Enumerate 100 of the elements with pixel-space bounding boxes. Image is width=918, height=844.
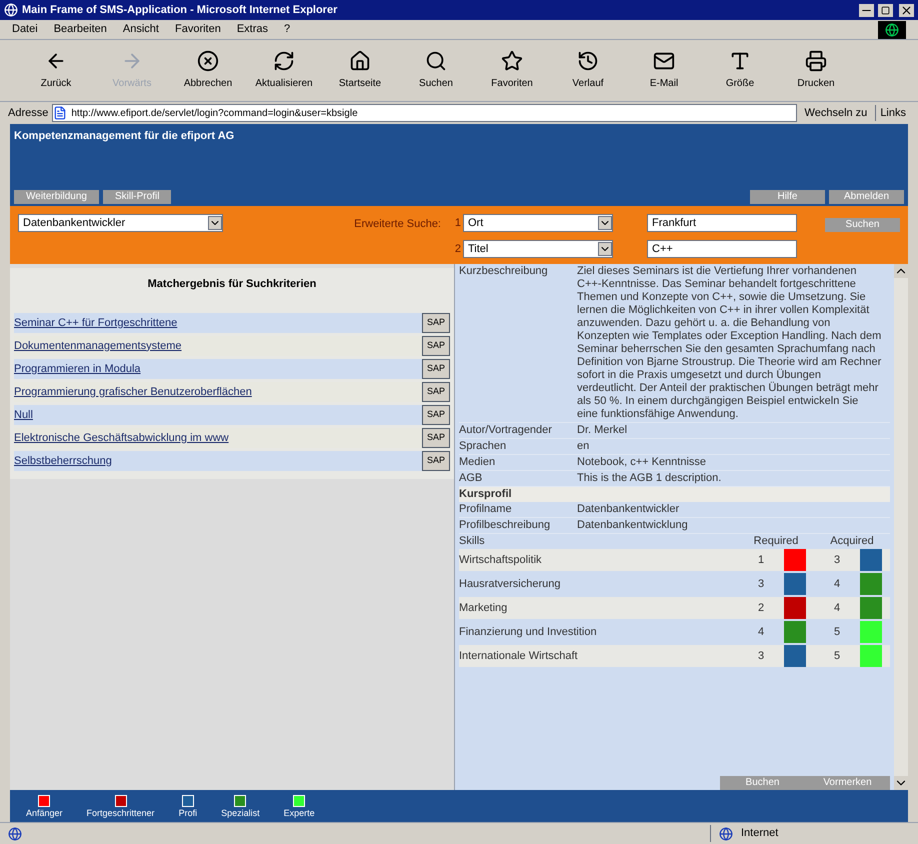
sap-button[interactable]: SAP	[422, 382, 450, 402]
acquired-level: 4	[832, 578, 842, 590]
sap-button[interactable]: SAP	[422, 336, 450, 356]
required-level: 3	[756, 650, 766, 662]
column-header: Required	[752, 535, 800, 548]
course-link[interactable]: Seminar C++ für Fortgeschrittene	[14, 314, 422, 332]
address-label: Adresse	[8, 106, 48, 121]
links-button[interactable]: Links	[875, 104, 910, 122]
field-label: AGB	[459, 472, 484, 485]
toolbar-button[interactable]: Abbrechen	[176, 50, 240, 91]
course-link[interactable]: Selbstbeherrschung	[14, 452, 422, 470]
close-icon[interactable]	[899, 4, 914, 16]
sap-button[interactable]: SAP	[422, 428, 450, 448]
required-level: 1	[756, 554, 766, 566]
course-link[interactable]: Dokumentenmanagementsysteme	[14, 338, 422, 354]
criterion-number: 1	[454, 216, 461, 231]
field-label: Sprachen	[459, 440, 508, 453]
course-link[interactable]: Programmierung grafischer Benutzeroberflächen	[14, 384, 422, 400]
criterion-field-dropdown[interactable]: Ort	[463, 214, 613, 232]
minimize-icon[interactable]	[859, 4, 874, 16]
skill-name: Internationale Wirtschaft	[459, 650, 579, 662]
refresh-icon	[273, 50, 295, 72]
field-label: Profilname	[459, 503, 513, 516]
required-level: 3	[756, 578, 766, 590]
toolbar-button[interactable]: Favoriten	[480, 50, 544, 91]
font-size-icon	[729, 50, 751, 72]
page-icon	[53, 106, 68, 120]
course-link[interactable]: Programmieren in Modula	[14, 360, 422, 378]
toolbar-button[interactable]: Drucken	[784, 50, 848, 91]
legend-label: Fortgeschrittener	[86, 806, 155, 820]
menu-item[interactable]: Datei	[12, 21, 38, 38]
field-value: Dr. Merkel	[577, 424, 628, 437]
scrollbar[interactable]	[894, 264, 908, 790]
menu-item[interactable]: Extras	[236, 21, 268, 38]
skill-name: Wirtschaftspolitik	[459, 554, 543, 566]
column-header: Skills	[459, 535, 486, 548]
column-header: Acquired	[829, 535, 875, 548]
course-link[interactable]: Elektronische Geschäftsabwicklung im www	[14, 430, 422, 446]
skill-name: Finanzierung und Investition	[459, 626, 598, 638]
toolbar-button[interactable]: Zurück	[24, 50, 88, 91]
legend-label: Spezialist	[221, 806, 260, 820]
field-value: This is the AGB 1 description.	[577, 472, 722, 485]
internet-zone-icon	[719, 826, 733, 840]
menu-item[interactable]: Bearbeiten	[54, 21, 107, 38]
results-title: Matchergebnis für Suchkriterien	[148, 277, 316, 292]
field-value: Ziel dieses Seminars ist die Vertiefung Ihrer vorhandenen C++-Kenntnisse. Das Seminar behandelt fortgeschrittene Themen und Konzepte von C++, sowie die Umsetzung. Sie lernen die Möglichkeiten von C++ in ihrer vollen Komplexität anzuwenden. Dazu gehört u. a. die Behandlung von Konzepten wie Templates oder Exception Handling. Nach dem Seminar beherrschen Sie den gesamten Sprachumfang nach Definition von Bjarne Stroustrup. Die Theorie wird am Rechner sofort in die Praxis umgesetzt und durch Übungen verdeutlicht. Der Anteil der praktischen Übungen beträgt mehr als 50 %. In einem durchgängigen Beispiel entwickeln Sie eine funktionsfähige Anwendung.	[577, 265, 882, 421]
required-level: 4	[756, 626, 766, 638]
search-label: Erweiterte Suche:	[354, 217, 441, 232]
legend-label: Profi	[178, 806, 198, 820]
stop-icon	[197, 50, 219, 72]
menu-item[interactable]: ?	[284, 21, 290, 38]
menu-item[interactable]: Favoriten	[174, 21, 221, 38]
sap-button[interactable]: SAP	[422, 405, 450, 425]
field-label: Kurzbeschreibung	[459, 265, 549, 279]
menu-item[interactable]: Ansicht	[122, 21, 159, 38]
acquired-level: 5	[832, 626, 842, 638]
skill-name: Marketing	[459, 602, 508, 614]
field-label: Autor/Vortragender	[459, 424, 553, 437]
profile-dropdown[interactable]: Datenbankentwickler	[18, 214, 223, 232]
course-link[interactable]: Null	[14, 406, 422, 424]
criterion-field-dropdown[interactable]: Titel	[463, 240, 613, 258]
criterion-input[interactable]: C++	[647, 240, 797, 258]
criterion-input[interactable]: Frankfurt	[647, 214, 797, 232]
mail-icon	[653, 50, 675, 72]
sap-button[interactable]: SAP	[422, 359, 450, 379]
toolbar-button[interactable]: Größe	[708, 50, 772, 91]
section-title: Kursprofil	[459, 488, 512, 500]
legend-label: Experte	[284, 806, 315, 820]
toolbar-button[interactable]: E-Mail	[632, 50, 696, 91]
field-value: en	[577, 440, 590, 453]
toolbar-button[interactable]: Aktualisieren	[252, 50, 316, 91]
field-value: Notebook, c++ Kenntnisse	[577, 456, 708, 469]
go-button[interactable]: Wechseln zu	[800, 104, 872, 122]
toolbar-button[interactable]: Startseite	[328, 50, 392, 91]
address-field[interactable]: http://www.efiport.de/servlet/login?command=login&user=kbsigle	[52, 104, 797, 122]
home-icon	[349, 50, 371, 72]
sap-button[interactable]: SAP	[422, 451, 450, 471]
field-label: Profilbeschreibung	[459, 519, 552, 532]
sap-button[interactable]: SAP	[422, 313, 450, 333]
legend-label: Anfänger	[26, 806, 63, 820]
toolbar-button[interactable]: Verlauf	[556, 50, 620, 91]
scroll-up-icon[interactable]	[894, 264, 908, 278]
zone-label: Internet	[741, 826, 778, 842]
skill-name: Hausratversicherung	[459, 578, 562, 590]
acquired-level: 3	[832, 554, 842, 566]
field-label: Medien	[459, 456, 496, 469]
toolbar-button[interactable]: Suchen	[404, 50, 468, 91]
search-icon	[425, 50, 447, 72]
field-value: Datenbankentwickler	[577, 503, 680, 516]
required-level: 2	[756, 602, 766, 614]
scroll-down-icon[interactable]	[894, 776, 908, 790]
page-title: Kompetenzmanagement für die efiport AG	[14, 129, 236, 144]
window-title: Main Frame of SMS-Application - Microsoft Internet Explorer	[22, 2, 338, 18]
url-text: http://www.efiport.de/servlet/login?command=login&user=kbsigle	[71, 106, 358, 120]
printer-icon	[805, 50, 827, 72]
logo-icon	[878, 20, 906, 38]
acquired-level: 4	[832, 602, 842, 614]
acquired-level: 5	[832, 650, 842, 662]
criterion-number: 2	[454, 242, 461, 257]
maximize-icon[interactable]	[878, 4, 893, 16]
